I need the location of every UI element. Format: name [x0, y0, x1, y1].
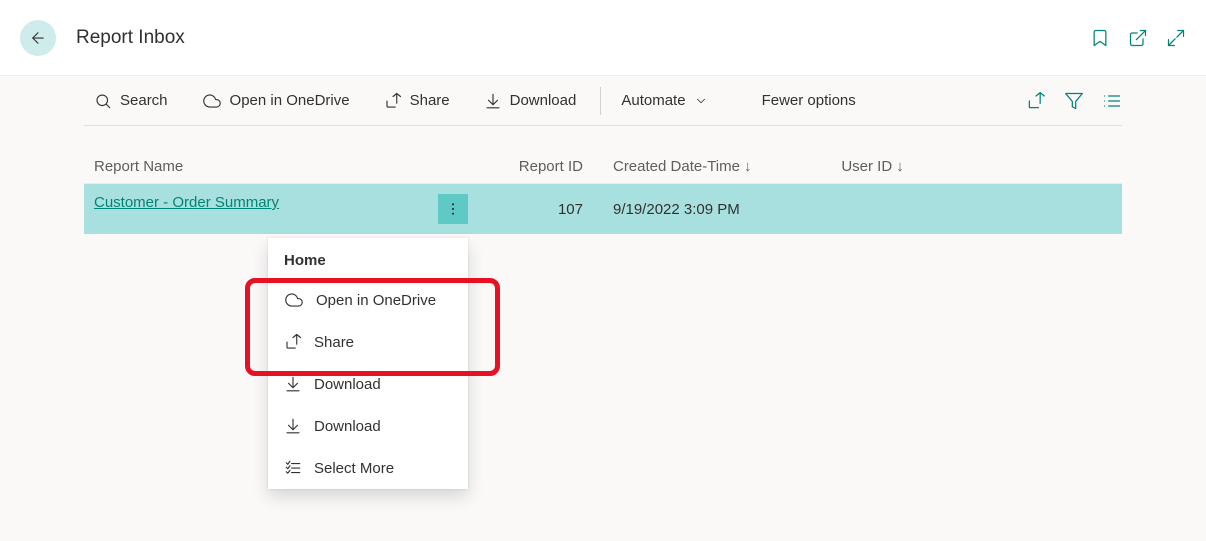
- filter-icon: [1064, 91, 1084, 111]
- topbar-actions: [1090, 28, 1186, 48]
- menu-download-1[interactable]: Download: [268, 363, 468, 405]
- expand-icon: [1166, 28, 1186, 48]
- download-icon: [284, 417, 302, 435]
- filter-button[interactable]: [1064, 91, 1084, 111]
- menu-label: Download: [314, 376, 381, 393]
- menu-select-more[interactable]: Select More: [268, 447, 468, 489]
- command-bar: Search Open in OneDrive Share Download A…: [84, 76, 1122, 126]
- open-onedrive-button[interactable]: Open in OneDrive: [192, 86, 360, 116]
- menu-label: Select More: [314, 460, 394, 477]
- share-icon: [284, 333, 302, 351]
- download-label: Download: [510, 92, 577, 109]
- download-button[interactable]: Download: [474, 86, 587, 116]
- list-view-button[interactable]: [1102, 91, 1122, 111]
- share-page-button[interactable]: [1026, 91, 1046, 111]
- topbar: Report Inbox: [0, 0, 1206, 76]
- bookmark-icon: [1090, 28, 1110, 48]
- fewer-options-button[interactable]: Fewer options: [752, 86, 866, 115]
- back-button[interactable]: [20, 20, 56, 56]
- chevron-down-icon: [694, 94, 708, 108]
- content-area: Search Open in OneDrive Share Download A…: [0, 76, 1206, 234]
- download-icon: [284, 375, 302, 393]
- table-row[interactable]: Customer - Order Summary 107 9/19/2022 3…: [84, 184, 1122, 235]
- share-icon: [384, 92, 402, 110]
- share-arrow-icon: [1026, 91, 1046, 111]
- share-label: Share: [410, 92, 450, 109]
- col-user-id[interactable]: User ID↓: [831, 150, 1122, 184]
- automate-label: Automate: [621, 92, 685, 109]
- download-icon: [484, 92, 502, 110]
- external-link-icon: [1128, 28, 1148, 48]
- expand-button[interactable]: [1166, 28, 1186, 48]
- context-menu: Home Open in OneDrive Share Download Dow…: [268, 238, 468, 489]
- menu-label: Share: [314, 334, 354, 351]
- menu-download-2[interactable]: Download: [268, 405, 468, 447]
- row-more-button[interactable]: [438, 194, 468, 224]
- menu-open-onedrive[interactable]: Open in OneDrive: [268, 279, 468, 321]
- search-label: Search: [120, 92, 168, 109]
- menu-label: Open in OneDrive: [316, 292, 436, 309]
- open-new-window-button[interactable]: [1128, 28, 1148, 48]
- sort-down-icon: ↓: [744, 158, 752, 175]
- report-name-link[interactable]: Customer - Order Summary: [94, 194, 279, 211]
- page-title: Report Inbox: [76, 27, 1090, 49]
- more-vertical-icon: [445, 201, 461, 217]
- col-created-date[interactable]: Created Date-Time↓: [603, 150, 831, 184]
- table: Report Name Report ID Created Date-Time↓…: [84, 150, 1122, 234]
- arrow-left-icon: [29, 29, 47, 47]
- menu-label: Download: [314, 418, 381, 435]
- search-button[interactable]: Search: [84, 86, 178, 116]
- automate-button[interactable]: Automate: [611, 86, 717, 115]
- cell-created: 9/19/2022 3:09 PM: [603, 184, 831, 235]
- cloud-icon: [202, 92, 222, 110]
- select-more-icon: [284, 459, 302, 477]
- cell-report-id: 107: [478, 184, 603, 235]
- col-report-id[interactable]: Report ID: [478, 150, 603, 184]
- context-menu-header: Home: [268, 238, 468, 279]
- search-icon: [94, 92, 112, 110]
- menu-share[interactable]: Share: [268, 321, 468, 363]
- bookmark-button[interactable]: [1090, 28, 1110, 48]
- toolbar-right: [1026, 91, 1122, 111]
- table-header-row: Report Name Report ID Created Date-Time↓…: [84, 150, 1122, 184]
- share-button[interactable]: Share: [374, 86, 460, 116]
- cell-report-name: Customer - Order Summary: [84, 184, 478, 235]
- sort-down-icon: ↓: [896, 158, 904, 175]
- cloud-icon: [284, 291, 304, 309]
- cell-user-id: [831, 184, 1122, 235]
- list-icon: [1102, 91, 1122, 111]
- open-onedrive-label: Open in OneDrive: [230, 92, 350, 109]
- col-report-name[interactable]: Report Name: [84, 150, 478, 184]
- toolbar-divider: [600, 87, 601, 115]
- fewer-options-label: Fewer options: [762, 92, 856, 109]
